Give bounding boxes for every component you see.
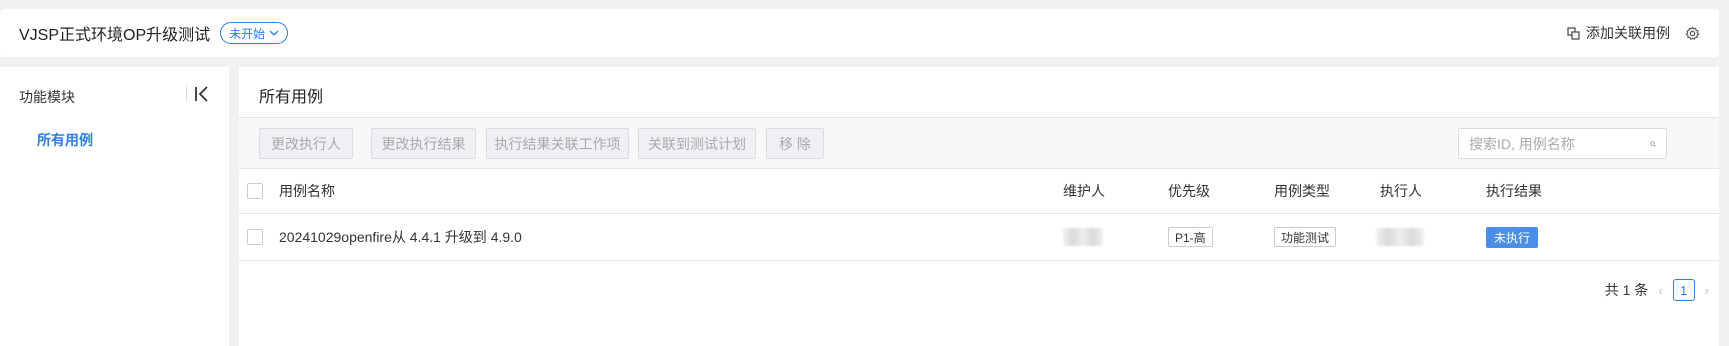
add-linked-case-label: 添加关联用例 — [1586, 25, 1670, 41]
column-header-executor: 执行人 — [1380, 183, 1422, 199]
result-badge[interactable]: 未执行 — [1486, 226, 1539, 248]
case-name[interactable]: 20241029openfire从 4.4.1 升级到 4.9.0 — [279, 214, 522, 260]
column-header-case-type: 用例类型 — [1274, 183, 1330, 199]
link-result-workitem-button[interactable]: 执行结果关联工作项 — [486, 128, 629, 159]
link-copy-icon — [1567, 26, 1580, 40]
search-box — [1458, 128, 1667, 159]
table-row[interactable]: 20241029openfire从 4.4.1 升级到 4.9.0 P1-高 功… — [239, 214, 1719, 261]
prev-page-icon[interactable]: ‹ — [1658, 283, 1662, 298]
status-label: 未开始 — [229, 26, 266, 41]
plan-header: VJSP正式环境OP升级测试 未开始 添加关联用例 — [0, 9, 1719, 57]
total-count: 共 1 条 — [1604, 282, 1649, 298]
column-header-maintainer: 维护人 — [1063, 183, 1105, 199]
add-linked-case-button[interactable]: 添加关联用例 — [1567, 23, 1670, 43]
status-dropdown[interactable]: 未开始 — [220, 22, 289, 44]
select-all-checkbox[interactable] — [247, 183, 263, 199]
change-result-button[interactable]: 更改执行结果 — [371, 128, 476, 159]
column-header-priority: 优先级 — [1168, 183, 1210, 199]
next-page-icon[interactable]: › — [1705, 283, 1709, 298]
maintainer-avatar-redacted — [1063, 228, 1103, 246]
column-header-name: 用例名称 — [279, 183, 335, 199]
sidebar-item-all-cases[interactable]: 所有用例 — [37, 130, 93, 150]
change-executor-button[interactable]: 更改执行人 — [259, 128, 353, 159]
case-list-panel: 所有用例 更改执行人 更改执行结果 执行结果关联工作项 关联到测试计划 移 除 … — [239, 67, 1719, 346]
row-checkbox[interactable] — [247, 229, 263, 245]
remove-button[interactable]: 移 除 — [766, 128, 824, 159]
chevron-down-icon — [269, 30, 279, 36]
plan-title: VJSP正式环境OP升级测试 — [19, 27, 211, 44]
divider — [186, 86, 187, 102]
table-header: 用例名称 维护人 优先级 用例类型 执行人 执行结果 — [239, 168, 1719, 214]
executor-cell — [1376, 214, 1424, 260]
priority-cell: P1-高 — [1168, 214, 1213, 260]
collapse-sidebar-button[interactable] — [192, 84, 212, 104]
result-cell: 未执行 — [1486, 214, 1539, 260]
page-title: 所有用例 — [259, 89, 324, 106]
gear-icon — [1685, 26, 1699, 40]
search-input[interactable] — [1469, 135, 1650, 152]
executor-avatar-redacted — [1376, 228, 1424, 246]
column-header-result: 执行结果 — [1486, 183, 1542, 199]
module-sidebar: 功能模块 所有用例 — [0, 67, 229, 346]
case-type-tag: 功能测试 — [1274, 227, 1337, 247]
page-number-current[interactable]: 1 — [1672, 279, 1695, 301]
maintainer-cell — [1063, 214, 1103, 260]
search-icon[interactable] — [1650, 137, 1656, 151]
collapse-left-icon — [195, 86, 208, 102]
sidebar-header: 功能模块 — [19, 89, 75, 105]
link-to-test-plan-button[interactable]: 关联到测试计划 — [638, 128, 756, 159]
case-type-cell: 功能测试 — [1274, 214, 1337, 260]
settings-button[interactable] — [1684, 25, 1700, 41]
bulk-action-toolbar: 更改执行人 更改执行结果 执行结果关联工作项 关联到测试计划 移 除 — [239, 118, 1719, 168]
priority-tag: P1-高 — [1168, 227, 1213, 247]
pagination: 共 1 条 ‹ 1 › — [1605, 279, 1709, 301]
